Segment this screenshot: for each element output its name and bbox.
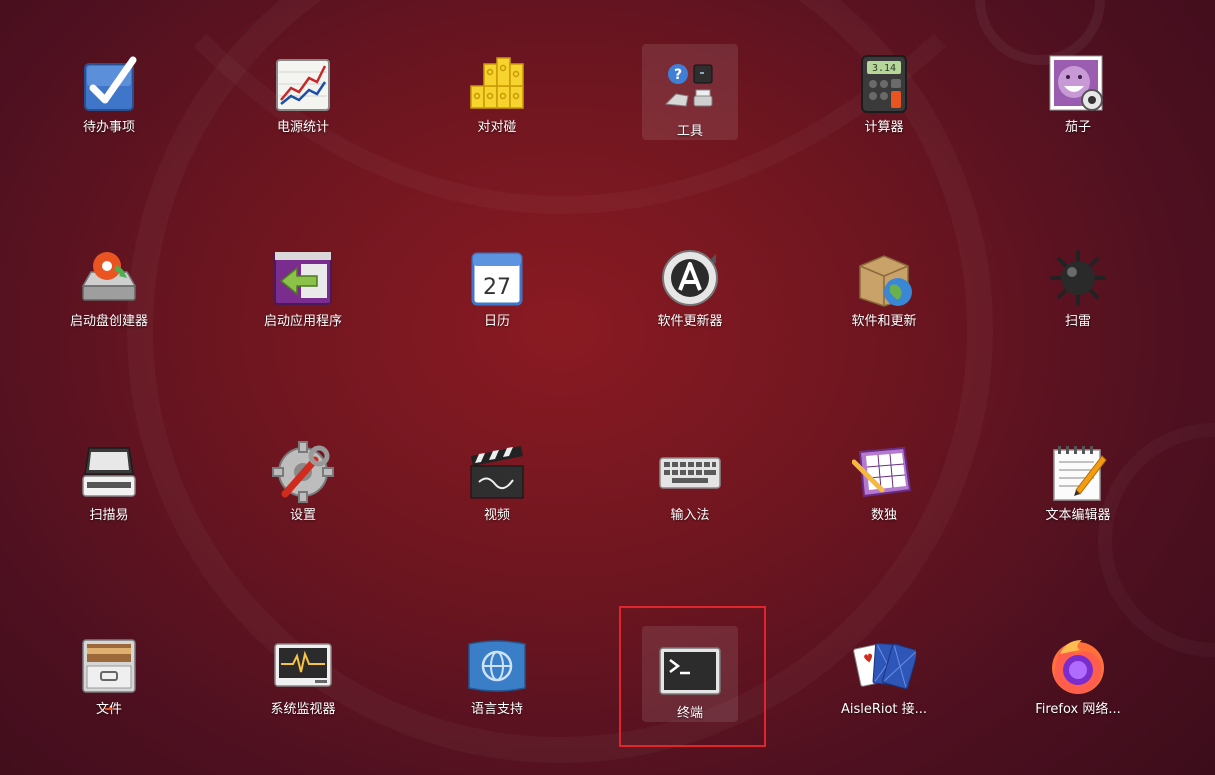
app-tile-text-editor[interactable]: 文本编辑器 (981, 428, 1175, 524)
software-properties-icon (859, 255, 912, 307)
todo-checkbox-icon (84, 56, 137, 111)
selection-highlight-box (619, 606, 766, 747)
app-tile-todo[interactable]: 待办事项 (12, 40, 206, 136)
firefox-icon (1052, 640, 1104, 694)
power-statistics-chart-icon (276, 59, 330, 111)
app-label: 计算器 (864, 120, 904, 135)
software-updater-icon (662, 250, 718, 306)
app-tile-startup-applications[interactable]: 启动应用程序 (206, 234, 400, 330)
app-tile-scanner[interactable]: 扫描易 (12, 428, 206, 524)
app-label: 数独 (870, 508, 897, 523)
cheese-webcam-icon (1049, 55, 1103, 111)
app-tile-firefox[interactable]: Firefox 网络... (981, 622, 1175, 718)
app-label: 文本编辑器 (1045, 508, 1111, 523)
app-tile-files[interactable]: 文件 (12, 622, 206, 718)
app-tile-software-updater[interactable]: 软件更新器 (593, 234, 787, 330)
keyboard-input-method-icon (659, 457, 721, 489)
app-tile-language-support[interactable]: 语言支持 (400, 622, 594, 718)
app-tile-system-monitor[interactable]: 系统监视器 (206, 622, 400, 718)
app-label: 视频 (483, 508, 510, 523)
text-editor-icon (1053, 446, 1107, 501)
language-support-flag-icon (468, 640, 526, 692)
app-label: 设置 (289, 508, 316, 523)
app-label: 扫雷 (1064, 314, 1091, 329)
files-cabinet-icon (82, 639, 136, 693)
app-label: 文件 (96, 702, 122, 718)
app-label: 软件更新器 (657, 314, 723, 329)
app-folder-utilities[interactable]: ? 工具 (642, 44, 738, 140)
app-label: 启动应用程序 (263, 314, 342, 329)
mines-icon (1050, 250, 1106, 306)
app-tile-sudoku[interactable]: 数独 (787, 428, 981, 524)
app-label: 日历 (483, 314, 510, 329)
startup-disk-creator-icon (81, 252, 137, 301)
running-indicator (105, 708, 113, 710)
app-grid: 待办事项 电源统计 对对碰 ? 工具 3.14 计算器 茄子 启动盘创建器 启动… (12, 40, 1172, 740)
app-label: 对对碰 (477, 120, 517, 135)
app-label: 输入法 (670, 508, 710, 523)
app-tile-calculator[interactable]: 3.14 计算器 (787, 40, 981, 136)
app-tile-power-statistics[interactable]: 电源统计 (206, 40, 400, 136)
app-label: 茄子 (1064, 120, 1091, 135)
app-tile-settings[interactable]: 设置 (206, 428, 400, 524)
svg-text:3.14: 3.14 (872, 63, 896, 74)
app-tile-aisleriot[interactable]: AisleRiot 接... (787, 622, 981, 718)
video-clapperboard-icon (470, 446, 524, 499)
app-label: 电源统计 (276, 120, 329, 135)
sudoku-icon (852, 446, 912, 498)
app-label: 启动盘创建器 (69, 314, 148, 329)
app-tile-input-method[interactable]: 输入法 (593, 428, 787, 524)
app-tile-video[interactable]: 视频 (400, 428, 594, 524)
app-label: 扫描易 (89, 508, 129, 523)
swell-foop-blocks-icon (470, 57, 524, 109)
calculator-icon: 3.14 (861, 55, 907, 113)
app-label: 系统监视器 (270, 702, 336, 717)
app-tile-calendar[interactable]: 27 日历 (400, 234, 594, 330)
settings-gear-icon (272, 441, 334, 503)
startup-applications-icon (274, 251, 332, 305)
app-label: 待办事项 (82, 120, 135, 135)
calendar-day-number: 27 (483, 275, 511, 300)
svg-text:?: ? (674, 67, 682, 83)
app-tile-startup-disk-creator[interactable]: 启动盘创建器 (12, 234, 206, 330)
app-tile-cheese[interactable]: 茄子 (981, 40, 1175, 136)
system-monitor-icon (274, 643, 332, 687)
app-label: Firefox 网络... (1035, 702, 1121, 717)
aisleriot-cards-icon (853, 642, 916, 690)
app-label: 软件和更新 (851, 314, 917, 329)
scanner-icon (82, 447, 136, 497)
utilities-folder-icon: ? (664, 64, 713, 107)
calendar-icon: 27 (471, 252, 523, 306)
app-tile-mines[interactable]: 扫雷 (981, 234, 1175, 330)
app-label: 工具 (676, 124, 703, 139)
app-tile-swell-foop[interactable]: 对对碰 (400, 40, 594, 136)
app-tile-software-properties[interactable]: 软件和更新 (787, 234, 981, 330)
app-label: AisleRiot 接... (840, 702, 928, 717)
app-label: 语言支持 (470, 702, 523, 717)
